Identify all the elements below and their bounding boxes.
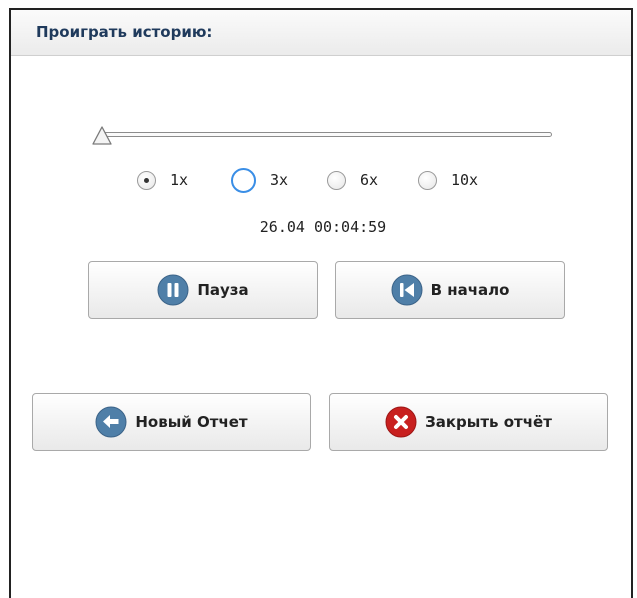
back-arrow-icon [95, 406, 127, 438]
speed-label-1x: 1x [170, 171, 189, 189]
speed-label-3x: 3x [270, 171, 289, 189]
pause-button-label: Пауза [197, 281, 249, 299]
speed-radio-10x[interactable] [418, 170, 437, 190]
speed-option-10x[interactable]: 10x [418, 162, 478, 198]
panel-header: Проиграть историю: [11, 10, 631, 56]
new-report-button-label: Новый Отчет [135, 413, 248, 431]
close-icon [385, 406, 417, 438]
restart-button-label: В начало [430, 281, 510, 299]
pause-icon [157, 274, 189, 306]
speed-label-6x: 6x [360, 171, 379, 189]
pause-button[interactable]: Пауза [88, 261, 318, 319]
playback-slider-thumb[interactable] [90, 124, 114, 148]
new-report-button[interactable]: Новый Отчет [32, 393, 311, 451]
speed-option-3x[interactable]: 3x [231, 162, 288, 198]
skip-to-start-icon [391, 274, 423, 306]
playback-timestamp: 26.04 00:04:59 [259, 218, 387, 236]
panel-title: Проиграть историю: [36, 23, 213, 41]
speed-radio-1x[interactable] [137, 170, 156, 190]
speed-option-6x[interactable]: 6x [327, 162, 378, 198]
speed-label-10x: 10x [451, 171, 479, 189]
close-report-button-label: Закрыть отчёт [425, 413, 552, 431]
speed-radio-group: 1x 3x 6x 10x [11, 162, 635, 198]
speed-option-1x[interactable]: 1x [137, 162, 188, 198]
speed-radio-6x[interactable] [327, 170, 346, 190]
restart-button[interactable]: В начало [335, 261, 565, 319]
close-report-button[interactable]: Закрыть отчёт [329, 393, 608, 451]
playback-slider-track[interactable] [99, 132, 552, 137]
speed-radio-3x[interactable] [231, 167, 256, 193]
history-playback-panel: Проиграть историю: 1x 3x 6x 10x 26.04 00… [9, 8, 633, 598]
